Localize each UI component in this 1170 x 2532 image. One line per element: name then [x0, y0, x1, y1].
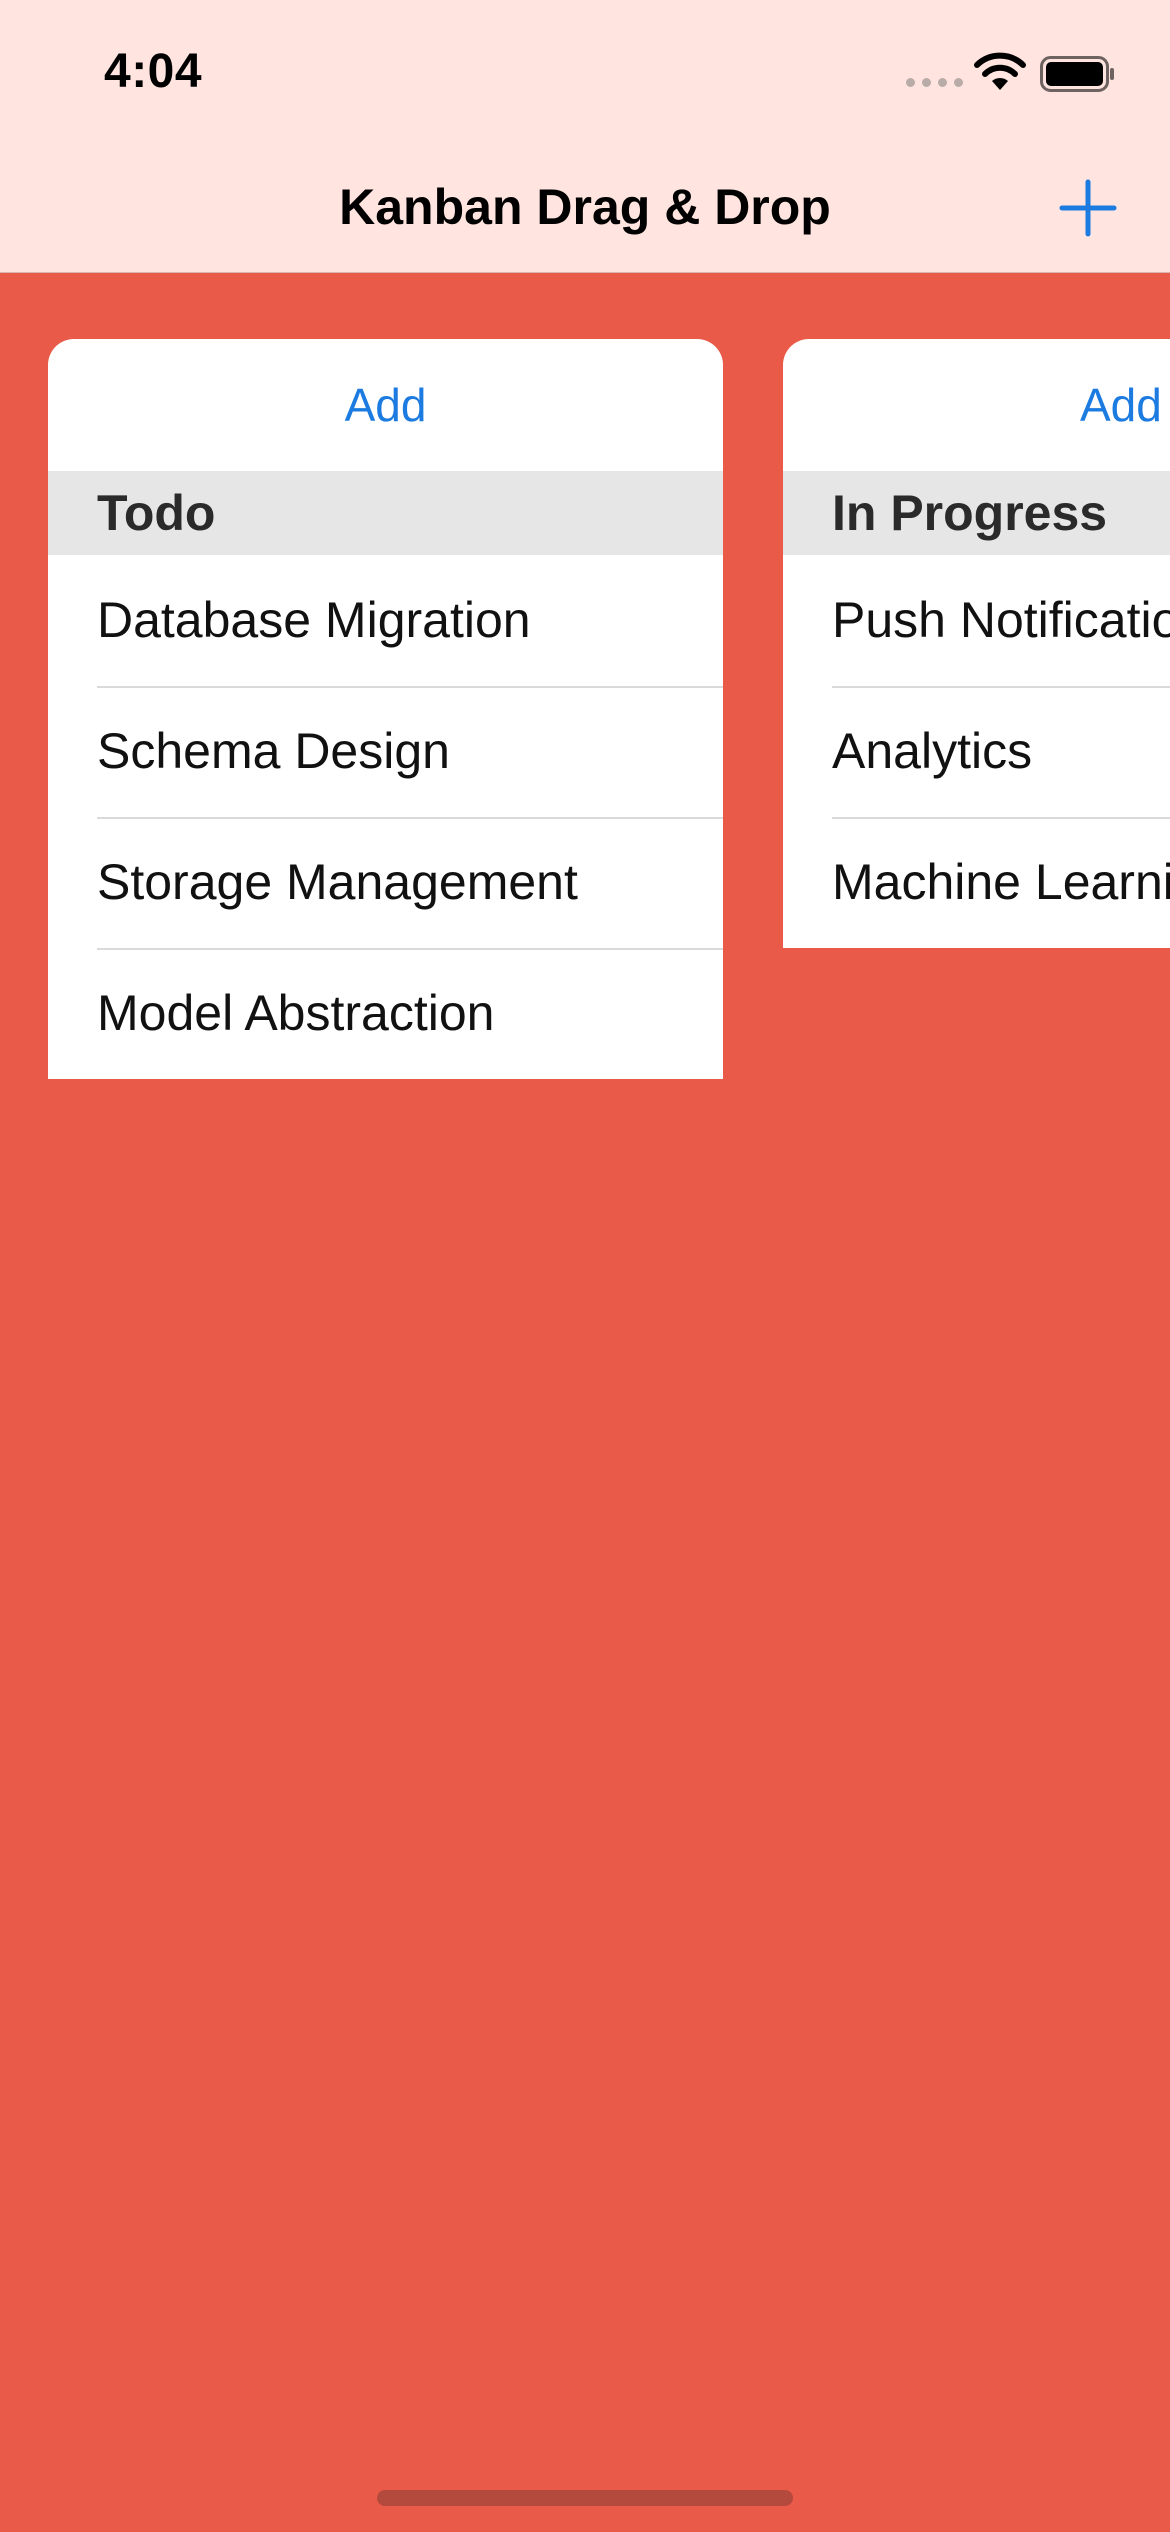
cellular-signal-icon: [906, 78, 963, 87]
home-indicator[interactable]: [377, 2490, 793, 2506]
card-item[interactable]: Model Abstraction: [48, 948, 723, 1079]
card-item[interactable]: Schema Design: [48, 686, 723, 817]
add-card-button[interactable]: Add: [783, 339, 1170, 471]
column-header: In Progress: [783, 471, 1170, 555]
plus-icon: [1059, 179, 1117, 237]
kanban-board[interactable]: Add Todo Database Migration Schema Desig…: [0, 273, 1170, 2532]
navigation-bar: 4:04 Kanban Drag & Drop: [0, 0, 1170, 273]
card-item[interactable]: Machine Learning: [783, 817, 1170, 948]
card-item[interactable]: Push Notifications: [783, 555, 1170, 686]
column-in-progress: Add In Progress Push Notifications Analy…: [783, 339, 1170, 948]
wifi-icon: [974, 52, 1026, 90]
add-column-button[interactable]: [1058, 178, 1118, 238]
column-todo: Add Todo Database Migration Schema Desig…: [48, 339, 723, 1079]
status-time: 4:04: [104, 45, 203, 98]
column-header: Todo: [48, 471, 723, 555]
battery-icon: [1040, 56, 1114, 92]
add-card-button[interactable]: Add: [48, 339, 723, 471]
card-item[interactable]: Analytics: [783, 686, 1170, 817]
card-item[interactable]: Database Migration: [48, 555, 723, 686]
page-title: Kanban Drag & Drop: [339, 179, 831, 235]
card-item[interactable]: Storage Management: [48, 817, 723, 948]
